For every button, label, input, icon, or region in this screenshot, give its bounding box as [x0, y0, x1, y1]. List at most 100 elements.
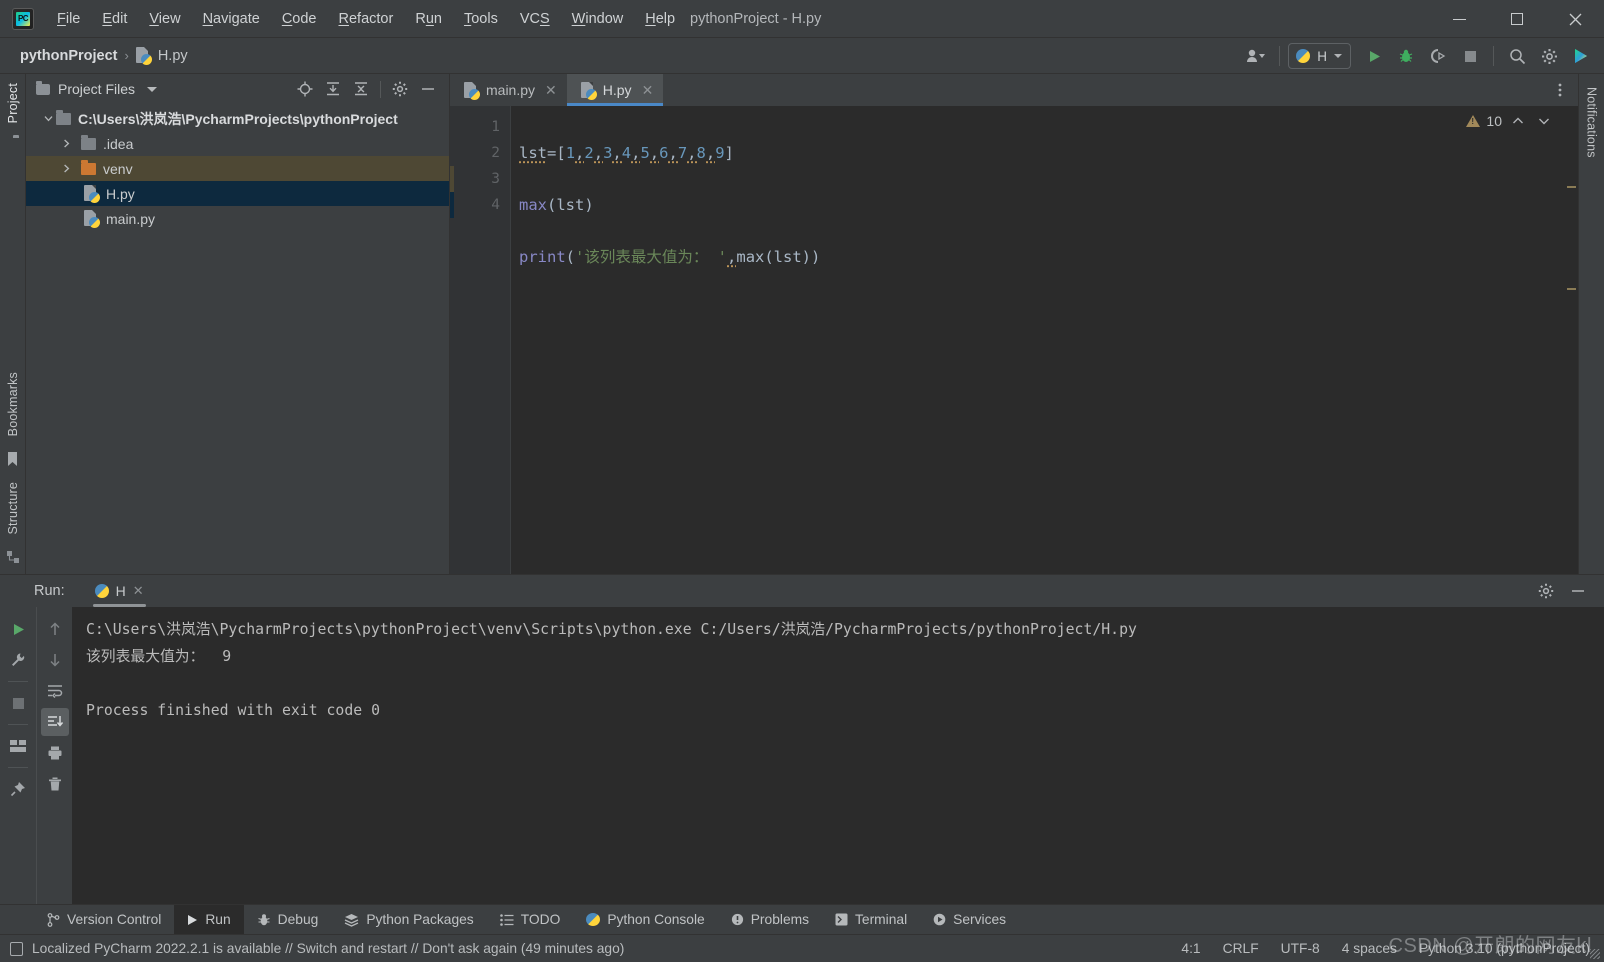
tree-row-venv[interactable]: venv	[26, 156, 449, 181]
tool-window-python-packages[interactable]: Python Packages	[331, 905, 486, 934]
services-icon	[933, 913, 946, 926]
menu-window[interactable]: Window	[561, 8, 635, 30]
python-interpreter[interactable]: Python 3.10 (pythonProject)	[1419, 941, 1590, 956]
next-problem-icon[interactable]	[1534, 114, 1554, 128]
close-button[interactable]	[1546, 0, 1604, 38]
minimize-button[interactable]	[1430, 0, 1488, 38]
run-tab-h[interactable]: H ✕	[87, 579, 152, 607]
tool-window-todo[interactable]: TODO	[487, 905, 574, 934]
toolbar-divider-2	[1493, 46, 1494, 66]
console-line-blank: ​	[86, 670, 1604, 697]
close-icon[interactable]: ✕	[545, 82, 557, 99]
trash-icon[interactable]	[41, 770, 69, 798]
hide-panel-icon[interactable]	[415, 77, 441, 101]
run-button[interactable]	[1359, 42, 1389, 70]
breadcrumb-project[interactable]: pythonProject	[20, 48, 117, 64]
error-stripe-scrollbar[interactable]	[1562, 106, 1578, 574]
gutter-change-marker-olive	[450, 166, 454, 192]
branch-icon	[47, 912, 60, 927]
structure-icon[interactable]	[6, 550, 20, 564]
search-icon[interactable]	[1502, 42, 1532, 70]
tool-window-services[interactable]: Services	[920, 905, 1019, 934]
menu-run[interactable]: Run	[404, 8, 453, 30]
bookmark-icon[interactable]	[6, 451, 19, 467]
stop-icon[interactable]	[4, 689, 32, 717]
indent-setting[interactable]: 4 spaces	[1342, 941, 1397, 956]
code-editor[interactable]: lst=[1,2,3,4,5,6,7,8,9] max(lst) print('…	[510, 106, 1562, 574]
todo-icon	[499, 913, 514, 926]
project-tool-window: Project Files C:\Users\洪岚浩\PycharmProjec…	[26, 74, 450, 574]
scroll-to-end-icon[interactable]	[40, 708, 69, 736]
menu-refactor[interactable]: Refactor	[328, 8, 405, 30]
chevron-down-icon[interactable]	[147, 86, 158, 92]
chevron-right-icon[interactable]	[58, 164, 74, 173]
menu-vcs[interactable]: VCS	[509, 8, 561, 30]
menu-code[interactable]: Code	[271, 8, 328, 30]
status-message[interactable]: Localized PyCharm 2022.2.1 is available …	[32, 941, 624, 956]
file-encoding[interactable]: UTF-8	[1281, 941, 1320, 956]
tool-window-version-control[interactable]: Version Control	[34, 905, 174, 934]
inspection-widget[interactable]: 10	[1466, 113, 1554, 129]
previous-problem-icon[interactable]	[1508, 114, 1528, 128]
gear-icon[interactable]	[1534, 42, 1564, 70]
status-message-area[interactable]: Localized PyCharm 2022.2.1 is available …	[10, 941, 624, 956]
tool-window-terminal[interactable]: Terminal	[822, 905, 920, 934]
run-icon	[188, 914, 198, 925]
breadcrumb-file[interactable]: H.py	[158, 48, 188, 64]
python-file-icon	[464, 81, 480, 100]
chevron-down-icon[interactable]	[40, 114, 56, 123]
expand-all-icon[interactable]	[320, 77, 346, 101]
menu-file[interactable]: File	[46, 8, 91, 30]
soft-wrap-icon[interactable]	[41, 677, 69, 705]
close-icon[interactable]: ✕	[133, 583, 144, 599]
tool-window-debug[interactable]: Debug	[244, 905, 332, 934]
settings-wrench-icon[interactable]	[4, 646, 32, 674]
sidebar-item-notifications[interactable]: Notifications	[1585, 78, 1599, 167]
main-toolbar: H	[1241, 38, 1596, 74]
run-configuration-selector[interactable]: H	[1288, 43, 1351, 69]
tree-row-project-root[interactable]: C:\Users\洪岚浩\PycharmProjects\pythonProje…	[26, 106, 449, 131]
account-icon[interactable]	[1241, 42, 1271, 70]
menu-navigate[interactable]: Navigate	[192, 8, 271, 30]
stop-button[interactable]	[1455, 42, 1485, 70]
tool-window-python-console[interactable]: Python Console	[573, 905, 717, 934]
caret-position[interactable]: 4:1	[1181, 941, 1200, 956]
editor-tabs-more-icon[interactable]	[1552, 74, 1578, 106]
window-title: pythonProject - H.py	[690, 10, 822, 27]
menu-tools[interactable]: Tools	[453, 8, 509, 30]
gear-icon[interactable]	[1532, 577, 1560, 605]
editor-tab-main-py[interactable]: main.py ✕	[450, 74, 567, 106]
run-with-coverage-button[interactable]	[1423, 42, 1453, 70]
menu-help[interactable]: Help	[634, 8, 686, 30]
sidebar-item-bookmarks[interactable]: Bookmarks	[6, 363, 20, 445]
down-arrow-icon[interactable]	[41, 646, 69, 674]
menu-edit[interactable]: Edit	[91, 8, 138, 30]
tool-window-problems[interactable]: Problems	[718, 905, 822, 934]
print-icon[interactable]	[41, 739, 69, 767]
line-separator[interactable]: CRLF	[1223, 941, 1259, 956]
locate-icon[interactable]	[292, 77, 318, 101]
gear-icon[interactable]	[387, 77, 413, 101]
tree-row-h-py[interactable]: H.py	[26, 181, 449, 206]
updates-icon[interactable]	[1566, 42, 1596, 70]
hide-panel-icon[interactable]	[1564, 577, 1592, 605]
chevron-right-icon[interactable]	[58, 139, 74, 148]
tool-window-run[interactable]: Run	[174, 905, 244, 934]
close-icon[interactable]: ✕	[642, 82, 654, 99]
debug-button[interactable]	[1391, 42, 1421, 70]
run-console-output[interactable]: C:\Users\洪岚浩\PycharmProjects\pythonProje…	[72, 607, 1604, 904]
tree-row-idea[interactable]: .idea	[26, 131, 449, 156]
tree-row-main-py[interactable]: main.py	[26, 206, 449, 231]
rerun-icon[interactable]	[4, 615, 32, 643]
editor-tab-h-py[interactable]: H.py ✕	[566, 74, 664, 106]
maximize-button[interactable]	[1488, 0, 1546, 38]
sidebar-item-structure[interactable]: Structure	[6, 473, 20, 544]
menu-view[interactable]: View	[138, 8, 191, 30]
collapse-all-icon[interactable]	[348, 77, 374, 101]
pin-icon[interactable]	[4, 775, 32, 803]
sidebar-item-project[interactable]: Project	[6, 74, 20, 132]
up-arrow-icon[interactable]	[41, 615, 69, 643]
layout-icon[interactable]	[4, 732, 32, 760]
main-menu: File Edit View Navigate Code Refactor Ru…	[46, 8, 686, 30]
resize-grip[interactable]	[1590, 949, 1600, 959]
